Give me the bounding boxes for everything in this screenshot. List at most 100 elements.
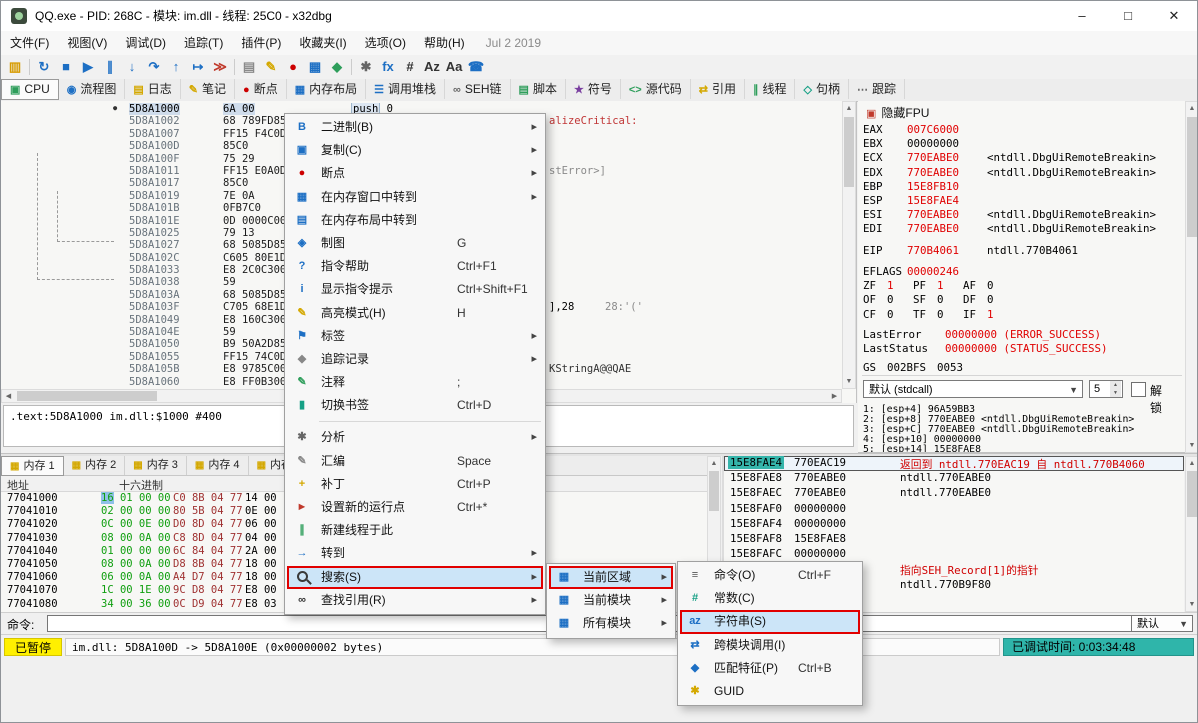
menu-item-trace-record[interactable]: ◆追踪记录▸ xyxy=(287,348,543,371)
register-edx[interactable]: EDX770EABE0<ntdll.DbgUiRemoteBreakin> xyxy=(863,166,1156,180)
menu-item-guid[interactable]: ✱GUID xyxy=(680,680,860,703)
menu-item-current-module[interactable]: ▦当前模块▸ xyxy=(549,589,673,612)
call-stack-arg[interactable]: 3: [esp+C] 770EABE0 <ntdll.DbgUiRemoteBr… xyxy=(863,424,1134,434)
menu-item-patch[interactable]: +补丁Ctrl+P xyxy=(287,473,543,496)
hide-fpu-button[interactable]: ▣隐藏FPU xyxy=(866,104,929,121)
register-ebx[interactable]: EBX00000000 xyxy=(863,137,1156,151)
arg-count-spinner[interactable]: 5▲▼ xyxy=(1089,380,1123,398)
dump-tab-memory4[interactable]: ▦内存 4 xyxy=(187,456,249,475)
scroll-thumb[interactable] xyxy=(709,471,719,511)
stack-row[interactable]: 15E8FAEC770EABE0ntdll.770EABE0 xyxy=(724,486,1184,501)
menu-item-assemble[interactable]: ✎汇编Space xyxy=(287,450,543,473)
disasm-vertical-scrollbar[interactable]: ▲ ▼ xyxy=(842,101,856,389)
menu-item-command[interactable]: ≡命令(O)Ctrl+F xyxy=(680,564,860,587)
tab-seh[interactable]: ∞SEH链 xyxy=(445,79,511,99)
tab-cpu[interactable]: ▣CPU xyxy=(1,79,59,100)
menu-item-breakpoint[interactable]: ●断点▸ xyxy=(287,162,543,185)
unlock-checkbox[interactable] xyxy=(1131,382,1146,397)
scroll-left-icon[interactable]: ◀ xyxy=(2,390,15,402)
menu-item-intermodular-calls[interactable]: ⇄跨模块调用(I) xyxy=(680,634,860,657)
tab-references[interactable]: ⇄引用 xyxy=(691,79,745,99)
spinner-arrows-icon[interactable]: ▲▼ xyxy=(1110,381,1121,397)
register-ebp[interactable]: EBP15E8FB10 xyxy=(863,180,1156,194)
menu-item-constant[interactable]: #常数(C) xyxy=(680,587,860,610)
menubar-item-8[interactable]: 帮助(H) xyxy=(415,31,474,55)
dump-tab-memory2[interactable]: ▦内存 2 xyxy=(64,456,126,475)
register-esi[interactable]: ESI770EABE0<ntdll.DbgUiRemoteBreakin> xyxy=(863,208,1156,222)
memory-map-icon[interactable]: ▦ xyxy=(304,56,326,78)
menu-item-instruction-help[interactable]: ?指令帮助Ctrl+F1 xyxy=(287,255,543,278)
tab-memory-map[interactable]: ▦内存布局 xyxy=(287,79,366,99)
menubar-item-7[interactable]: 选项(O) xyxy=(356,31,415,55)
menu-item-analysis[interactable]: ✱分析▸ xyxy=(287,426,543,449)
font-case-icon[interactable]: Aa xyxy=(443,56,465,78)
tab-script[interactable]: ▤脚本 xyxy=(511,79,566,99)
stack-row[interactable]: 15E8FAE8770EABE0ntdll.770EABE0 xyxy=(724,471,1184,486)
command-type-select[interactable]: 默认▼ xyxy=(1131,615,1193,632)
flags-row[interactable]: ZF1PF1AF0 xyxy=(863,279,1013,293)
menubar-item-3[interactable]: 调试(D) xyxy=(116,31,175,55)
maximize-button[interactable]: □ xyxy=(1105,1,1151,31)
stop-icon[interactable]: ■ xyxy=(55,56,77,78)
menu-item-current-region[interactable]: ▦当前区域▸ xyxy=(549,566,673,589)
menu-item-comment[interactable]: ✎注释; xyxy=(287,371,543,394)
stack-row[interactable]: 15E8FAE4770EAC19返回到 ntdll.770EAC19 自 ntd… xyxy=(724,456,1184,471)
scroll-thumb[interactable] xyxy=(844,117,854,187)
scroll-down-icon[interactable]: ▼ xyxy=(1186,439,1198,452)
menubar-item-6[interactable]: 收藏夹(I) xyxy=(290,31,355,55)
menu-item-mnemonic-brief[interactable]: i显示指令提示Ctrl+Shift+F1 xyxy=(287,278,543,301)
close-button[interactable]: ✕ xyxy=(1151,1,1197,31)
animate-icon[interactable]: ≫ xyxy=(209,56,231,78)
flags-row[interactable]: OF0SF0DF0 xyxy=(863,293,1013,307)
menu-item-set-new-origin[interactable]: ►设置新的运行点Ctrl+* xyxy=(287,496,543,519)
last-error-row[interactable]: LastError00000000 (ERROR_SUCCESS) xyxy=(863,328,1108,342)
register-eax[interactable]: EAX007C6000 xyxy=(863,123,1156,137)
fx-icon[interactable]: fx xyxy=(377,56,399,78)
menubar-item-1[interactable]: 文件(F) xyxy=(1,31,58,55)
menu-item-find-references[interactable]: ∞查找引用(R)▸ xyxy=(287,589,543,612)
stack-row[interactable]: 15E8FAF000000000 xyxy=(724,502,1184,517)
menu-item-search[interactable]: 搜索(S)▸ xyxy=(287,566,543,589)
tab-graph[interactable]: ◉流程图 xyxy=(59,79,126,99)
notes-icon[interactable]: ✎ xyxy=(260,56,282,78)
last-status-row[interactable]: LastStatus00000000 (STATUS_SUCCESS) xyxy=(863,342,1108,356)
menu-item-all-modules[interactable]: ▦所有模块▸ xyxy=(549,612,673,635)
menubar-item-4[interactable]: 追踪(T) xyxy=(175,31,232,55)
menu-item-string-references[interactable]: az字符串(S) xyxy=(680,610,860,633)
tab-threads[interactable]: ∥线程 xyxy=(745,79,796,99)
menu-item-new-thread-here[interactable]: ∥新建线程于此 xyxy=(287,519,543,542)
hash-icon[interactable]: # xyxy=(399,56,421,78)
dump-tab-memory1[interactable]: ▦内存 1 xyxy=(1,456,64,476)
tab-call-stack[interactable]: ☰调用堆栈 xyxy=(366,79,445,99)
minimize-button[interactable]: – xyxy=(1059,1,1105,31)
scroll-up-icon[interactable]: ▲ xyxy=(843,102,855,115)
calling-convention-select[interactable]: 默认 (stdcall)▼ xyxy=(863,380,1083,398)
step-into-icon[interactable]: ↓ xyxy=(121,56,143,78)
scroll-thumb[interactable] xyxy=(17,391,157,401)
breakpoints-icon[interactable]: ● xyxy=(282,56,304,78)
menubar-item-2[interactable]: 视图(V) xyxy=(58,31,116,55)
stack-vertical-scrollbar[interactable]: ▲ ▼ xyxy=(1185,456,1198,612)
registers-vertical-scrollbar[interactable]: ▲ ▼ xyxy=(1185,101,1198,453)
open-file-icon[interactable]: ▥ xyxy=(4,56,26,78)
pause-icon[interactable]: ∥ xyxy=(99,56,121,78)
tab-breakpoints[interactable]: ●断点 xyxy=(235,79,287,99)
stack-row[interactable]: 15E8FAF815E8FAE8 xyxy=(724,532,1184,547)
menu-item-pattern[interactable]: ◆匹配特征(P)Ctrl+B xyxy=(680,657,860,680)
register-esp[interactable]: ESP15E8FAE4 xyxy=(863,194,1156,208)
tab-trace[interactable]: ⋯跟踪 xyxy=(849,79,905,99)
menu-item-goto-memory-map[interactable]: ▤在内存布局中转到 xyxy=(287,209,543,232)
run-icon[interactable]: ▶ xyxy=(77,56,99,78)
tab-handles[interactable]: ◇句柄 xyxy=(795,79,848,99)
tab-source[interactable]: <>源代码 xyxy=(621,79,691,99)
call-stack-arg[interactable]: 4: [esp+10] 00000000 xyxy=(863,434,1134,444)
scroll-up-icon[interactable]: ▲ xyxy=(708,457,720,470)
scroll-thumb[interactable] xyxy=(1187,471,1197,517)
tab-notes[interactable]: ✎笔记 xyxy=(181,79,235,99)
menu-item-highlight-mode[interactable]: ✎高亮模式(H)H xyxy=(287,302,543,325)
step-out-icon[interactable]: ↑ xyxy=(165,56,187,78)
restart-icon[interactable]: ↻ xyxy=(33,56,55,78)
register-eip[interactable]: EIP770B4061ntdll.770B4061 xyxy=(863,244,1078,258)
tab-log[interactable]: ▤日志 xyxy=(125,79,180,99)
register-eflags[interactable]: EFLAGS00000246 xyxy=(863,265,1013,279)
